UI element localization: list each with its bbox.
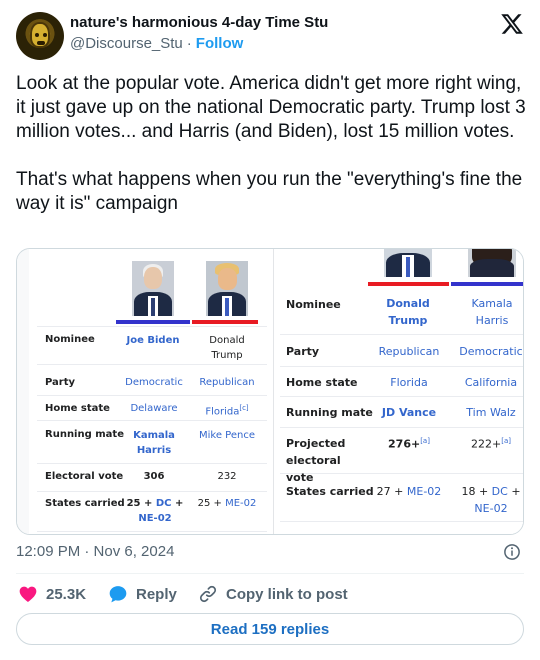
electoral-vote-biden: 306 <box>143 471 165 482</box>
harris-portrait <box>468 249 516 277</box>
reply-label: Reply <box>136 585 177 603</box>
post-timestamp[interactable]: 12:09 PM · Nov 6, 2024 <box>16 543 174 560</box>
reply-bubble-icon <box>109 586 127 603</box>
follow-button[interactable]: Follow <box>196 35 244 52</box>
separator-dot: · <box>186 35 192 52</box>
like-button[interactable]: 25.3K <box>18 584 86 604</box>
row-label-running-mate: Running mate <box>286 406 373 419</box>
row-label-states-carried: States carried <box>286 485 374 498</box>
row-label-projected-electoral-vote: Projected electoral vote <box>286 437 346 484</box>
party-democratic[interactable]: Democratic <box>456 343 523 360</box>
party-republican[interactable]: Republican <box>374 343 444 360</box>
democratic-color-bar <box>116 320 190 324</box>
home-state-florida[interactable]: Florida[c] <box>195 401 259 419</box>
infobox-2024: Nominee Donald Trump Kamala Harris Party… <box>273 249 523 534</box>
divider <box>16 573 524 574</box>
running-mate-pence[interactable]: Mike Pence <box>195 428 259 443</box>
biden-portrait <box>132 261 174 316</box>
nominee-trump[interactable]: Donald Trump <box>197 333 257 363</box>
nominee-biden[interactable]: Joe Biden <box>121 333 185 348</box>
avatar-mask-icon <box>30 22 50 48</box>
electoral-vote-harris: 222+[a] <box>471 437 511 451</box>
row-label-nominee: Nominee <box>45 334 95 345</box>
electoral-vote-trump: 276+[a] <box>388 437 430 451</box>
post-text: Look at the popular vote. America didn't… <box>16 73 526 214</box>
info-icon[interactable] <box>503 543 521 561</box>
avatar[interactable] <box>16 12 64 60</box>
states-carried-trump: 25 + ME-02 <box>197 498 257 509</box>
row-label-party: Party <box>45 377 76 388</box>
democratic-color-bar <box>451 282 523 286</box>
row-label-home-state: Home state <box>286 376 358 389</box>
copy-link-label: Copy link to post <box>226 585 348 603</box>
link-icon <box>199 585 217 603</box>
row-label-states-carried: States carried <box>45 498 125 509</box>
home-state-california[interactable]: California <box>456 374 523 391</box>
running-mate-vance[interactable]: JD Vance <box>374 404 444 421</box>
party-republican[interactable]: Republican <box>195 375 259 390</box>
party-democratic[interactable]: Democratic <box>119 375 189 390</box>
author-display-name[interactable]: nature's harmonious 4-day Time Stu <box>70 14 328 31</box>
x-logo-icon[interactable] <box>500 12 524 36</box>
author-handle[interactable]: @Discourse_Stu <box>70 35 183 52</box>
read-replies-button[interactable]: Read 159 replies <box>16 613 524 645</box>
copy-link-button[interactable]: Copy link to post <box>198 584 348 604</box>
home-state-florida[interactable]: Florida <box>374 374 444 391</box>
tweet-card: nature's harmonious 4-day Time Stu @Disc… <box>0 0 540 660</box>
republican-color-bar <box>368 282 449 286</box>
row-label-running-mate: Running mate <box>45 429 124 440</box>
reply-button[interactable]: Reply <box>108 584 177 604</box>
states-carried-biden: 25 + DC + NE-02 <box>126 498 184 524</box>
states-carried-harris: 18 + DC + NE-02 <box>461 485 521 515</box>
like-count: 25.3K <box>46 585 87 603</box>
row-label-electoral-vote: Electoral vote <box>45 471 124 482</box>
nominee-trump[interactable]: Donald Trump <box>382 295 434 329</box>
infobox-2020: Nominee Joe Biden Donald Trump Party Dem… <box>17 249 273 534</box>
running-mate-harris[interactable]: Kamala Harris <box>129 428 179 458</box>
row-label-nominee: Nominee <box>286 298 341 311</box>
nominee-harris[interactable]: Kamala Harris <box>464 295 520 329</box>
electoral-vote-trump: 232 <box>217 471 237 482</box>
trump-portrait-2020 <box>206 261 248 316</box>
row-label-home-state: Home state <box>45 403 110 414</box>
trump-portrait-2024 <box>384 249 432 277</box>
row-label-party: Party <box>286 345 320 358</box>
home-state-delaware[interactable]: Delaware <box>119 401 189 416</box>
author-handle-row: @Discourse_Stu · Follow <box>70 35 243 52</box>
running-mate-walz[interactable]: Tim Walz <box>456 404 523 421</box>
post-image[interactable]: Nominee Joe Biden Donald Trump Party Dem… <box>16 248 524 535</box>
states-carried-trump: 27 + ME-02 <box>376 485 442 498</box>
republican-color-bar <box>192 320 258 324</box>
heart-icon <box>19 586 37 602</box>
